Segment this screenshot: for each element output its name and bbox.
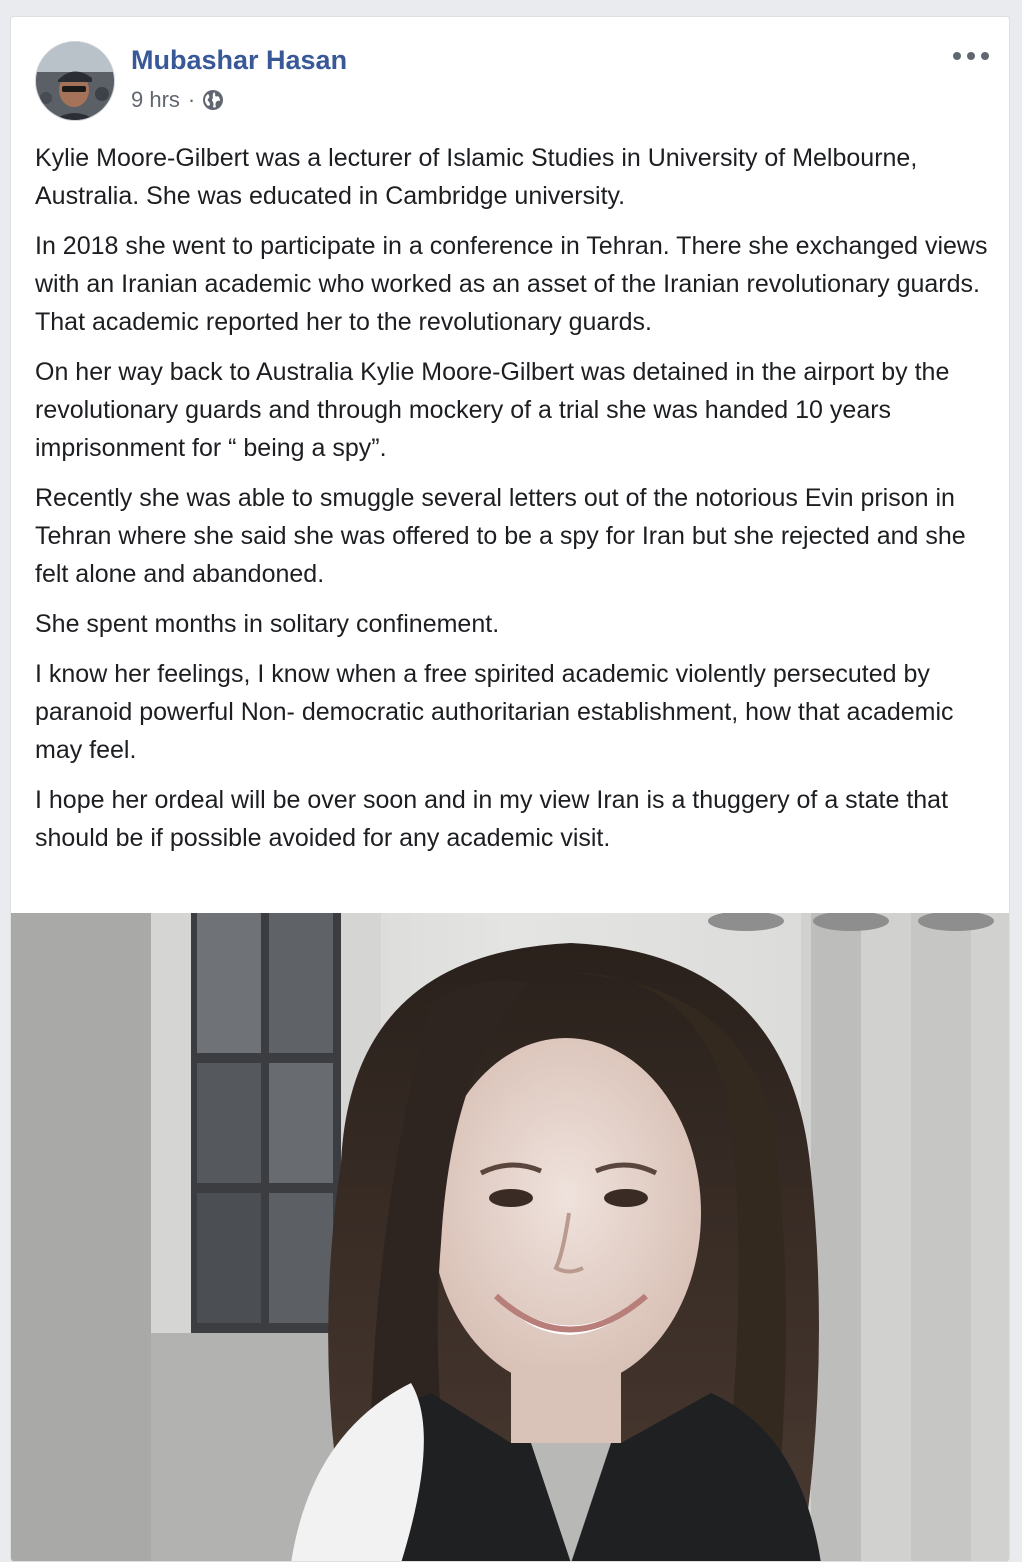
globe-icon[interactable]: [201, 88, 225, 112]
author-name-link[interactable]: Mubashar Hasan: [131, 45, 347, 76]
more-options-icon[interactable]: [949, 45, 993, 67]
post-paragraph: I hope her ordeal will be over soon and …: [35, 786, 949, 852]
portrait-photo: [11, 913, 1009, 1561]
post-paragraph: On her way back to Australia Kylie Moore…: [35, 358, 950, 462]
post-photo[interactable]: [11, 913, 1009, 1561]
post-paragraph: In 2018 she went to participate in a con…: [35, 232, 988, 336]
post-paragraph: She spent months in solitary confinement…: [35, 610, 500, 638]
post-paragraph: Recently she was able to smuggle several…: [35, 484, 966, 588]
post-card: Mubashar Hasan 9 hrs · Kylie Moore-Gilbe…: [10, 16, 1010, 1562]
avatar[interactable]: [35, 41, 115, 121]
meta-separator: ·: [187, 87, 196, 112]
post-timestamp[interactable]: 9 hrs: [131, 87, 180, 113]
avatar-photo: [36, 42, 114, 120]
post-paragraph: I know her feelings, I know when a free …: [35, 660, 954, 764]
post-body: Kylie Moore-Gilbert was a lecturer of Is…: [35, 139, 995, 869]
post-meta: 9 hrs ·: [131, 87, 225, 113]
post-header: Mubashar Hasan 9 hrs ·: [11, 17, 1009, 127]
post-paragraph: Kylie Moore-Gilbert was a lecturer of Is…: [35, 144, 918, 210]
